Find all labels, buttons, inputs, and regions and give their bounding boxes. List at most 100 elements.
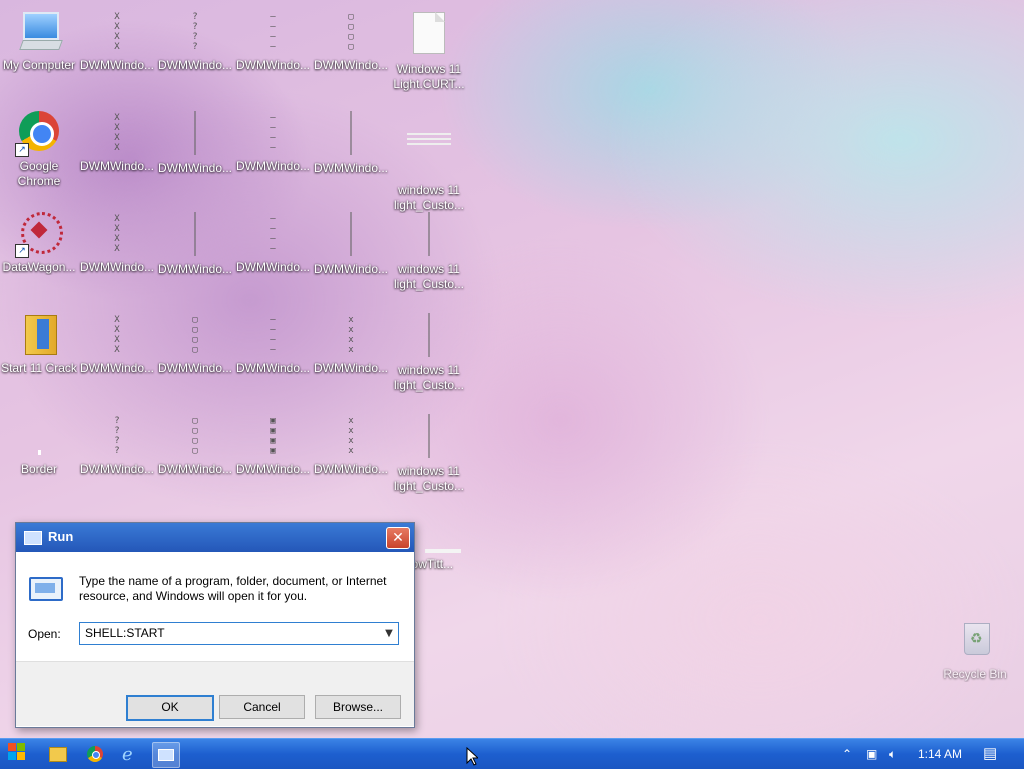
taskbar: e ⌃ ▣ 🔈︎ 1:14 AM ▤ [0, 738, 1024, 769]
dwm-file-icon: ???? [114, 415, 120, 456]
chevron-down-icon[interactable]: ▼ [380, 623, 398, 644]
desktop-icon-dwm[interactable]: — — — — DWMWindo... [234, 311, 312, 376]
desktop-icon-dwm[interactable]: xxxx DWMWindo... [312, 412, 390, 477]
run-dialog-title: Run [48, 529, 74, 544]
show-hidden-icons-icon[interactable]: ⌃ [842, 739, 852, 769]
ok-button[interactable]: OK [126, 695, 214, 721]
dwm-file-icon: ???? [192, 11, 198, 52]
desktop-icon-label: DWMWindo... [235, 159, 310, 173]
desktop-icon-label: DWMWindo... [313, 161, 388, 175]
desktop-icon-my-computer[interactable]: My Computer [0, 8, 78, 73]
desktop-icon-label: DWMWindo... [79, 260, 154, 274]
dwm-file-icon [327, 111, 375, 159]
desktop-icon-custom-file[interactable]: windows 11 light_Custo... [390, 311, 468, 393]
dwm-file-icon [327, 212, 375, 260]
dwm-file-icon [405, 212, 453, 260]
volume-icon[interactable]: 🔈︎ [889, 739, 896, 769]
desktop-icon-dwm[interactable]: XXXX DWMWindo... [78, 311, 156, 376]
desktop-icon-label: DWMWindo... [313, 58, 388, 72]
desktop-icon-custom-file[interactable]: windows 11 light_Custo... [390, 109, 468, 213]
desktop-icon-label: DWMWindo... [79, 58, 154, 72]
desktop-icon-custom-file[interactable]: windows 11 light_Custo... [390, 412, 468, 494]
run-description: Type the name of a program, folder, docu… [79, 574, 387, 603]
desktop-icon-label-line2: light_Custo... [393, 378, 465, 392]
desktop-icon-border[interactable]: Border [0, 412, 78, 477]
desktop-icon-dwm[interactable]: ▢ ▢ ▢ ▢ DWMWindo... [156, 311, 234, 376]
dwm-file-icon: xxxx [348, 415, 354, 456]
run-app-icon [24, 531, 42, 545]
dwm-file-icon: — — — — [270, 314, 276, 355]
cancel-button[interactable]: Cancel [219, 695, 305, 719]
run-dialog-footer: OK Cancel Browse... [16, 661, 414, 726]
shortcut-arrow-icon: ↗ [15, 143, 29, 157]
close-button[interactable]: ✕ [386, 527, 410, 549]
dwm-file-icon: — — — — [270, 112, 276, 153]
desktop-icon-curtain-file[interactable]: Windows 11 Light.CURT... [390, 8, 468, 92]
desktop-icon-label: windows 11 [398, 183, 460, 197]
desktop-icon-label: DWMWindo... [157, 462, 232, 476]
desktop-icon-label: DWMWindo... [313, 361, 388, 375]
desktop-icon-label: DWMWindo... [235, 462, 310, 476]
browse-button[interactable]: Browse... [315, 695, 401, 719]
desktop-icon-dwm[interactable]: ▣ ▣ ▣ ▣ DWMWindo... [234, 412, 312, 477]
desktop-icon-datawagon[interactable]: ↗ DataWagon... [0, 210, 78, 275]
desktop-icon-dwm[interactable]: ???? DWMWindo... [156, 8, 234, 73]
run-dialog: Run ✕ Type the name of a program, folder… [15, 522, 415, 728]
desktop-icon-dwm[interactable]: — — — — DWMWindo... [234, 210, 312, 275]
shortcut-arrow-icon: ↗ [15, 244, 29, 258]
clock[interactable]: 1:14 AM [918, 739, 962, 769]
desktop-icon-dwm[interactable]: XXXX DWMWindo... [78, 109, 156, 174]
chrome-taskbar-icon[interactable] [82, 742, 108, 766]
internet-explorer-taskbar-icon[interactable]: e [118, 742, 144, 766]
desktop-icon-dwm[interactable]: ▢ ▢ ▢ ▢ DWMWindo... [312, 8, 390, 73]
start-button[interactable] [8, 743, 26, 761]
dwm-file-icon: ▢ ▢ ▢ ▢ [192, 314, 198, 355]
desktop-icon-dwm[interactable]: ▢ ▢ ▢ ▢ DWMWindo... [156, 412, 234, 477]
dwm-file-icon [405, 414, 453, 462]
desktop-icon-dwm[interactable]: — — — — DWMWindo... [234, 109, 312, 174]
open-label: Open: [28, 627, 61, 641]
desktop-icon-dwm[interactable]: ???? DWMWindo... [78, 412, 156, 477]
desktop-icon-label: windows 11 [398, 464, 460, 478]
mouse-cursor-icon [466, 747, 478, 766]
file-explorer-taskbar-icon[interactable] [44, 742, 70, 766]
desktop-icon-dwm[interactable]: DWMWindo... [312, 210, 390, 277]
dwm-file-icon: xxxx [348, 314, 354, 355]
border-icon [15, 412, 63, 460]
desktop-icon-recycle-bin[interactable]: ♻ Recycle Bin [936, 617, 1014, 682]
desktop-icon-start11-crack[interactable]: Start 11 Crack [0, 311, 78, 376]
desktop-icon-label: Google [19, 159, 59, 173]
desktop-icon-label-line2: light_Custo... [393, 479, 465, 493]
desktop-icon-dwm[interactable]: DWMWindo... [312, 109, 390, 176]
desktop-icon-label: DWMWindo... [157, 58, 232, 72]
desktop-icon-label: DWMWindo... [157, 161, 232, 175]
computer-icon [15, 8, 63, 56]
desktop-icon-dwm[interactable]: XXXX DWMWindo... [78, 8, 156, 73]
chrome-icon: ↗ [15, 109, 63, 157]
desktop-icon-label: DWMWindo... [235, 361, 310, 375]
dwm-file-icon: — — — — [270, 11, 276, 52]
desktop-icon-label-line2: Light.CURT... [393, 77, 465, 91]
desktop-icon-label: windows 11 [398, 363, 460, 377]
network-icon[interactable]: ▣ [866, 739, 877, 769]
dwm-file-icon: ▢ ▢ ▢ ▢ [348, 11, 354, 52]
desktop-icon-custom-file[interactable]: windows 11 light_Custo... [390, 210, 468, 292]
dwm-file-icon: XXXX [114, 213, 120, 254]
run-dialog-titlebar[interactable]: Run ✕ [16, 523, 414, 552]
desktop-icon-dwm[interactable]: DWMWindo... [156, 210, 234, 277]
open-combobox[interactable]: SHELL:START ▼ [79, 622, 399, 645]
desktop-icon-dwm[interactable]: XXXX DWMWindo... [78, 210, 156, 275]
notifications-icon[interactable]: ▤ [983, 739, 997, 769]
desktop-icon-label-line2: Chrome [17, 174, 61, 188]
desktop-icon-label: DWMWindo... [79, 361, 154, 375]
desktop-icon-google-chrome[interactable]: ↗ Google Chrome [0, 109, 78, 189]
desktop-icon-label: Border [20, 462, 58, 476]
dwm-file-icon [171, 111, 219, 159]
desktop-icon-dwm[interactable]: — — — — DWMWindo... [234, 8, 312, 73]
open-input[interactable]: SHELL:START [85, 626, 165, 640]
desktop-icon-dwm[interactable]: xxxx DWMWindo... [312, 311, 390, 376]
desktop-icon-dwm[interactable]: DWMWindo... [156, 109, 234, 176]
run-taskbar-icon[interactable] [152, 742, 180, 768]
desktop-icon-label: windows 11 [398, 262, 460, 276]
dwm-file-icon: — — — — [270, 213, 276, 254]
